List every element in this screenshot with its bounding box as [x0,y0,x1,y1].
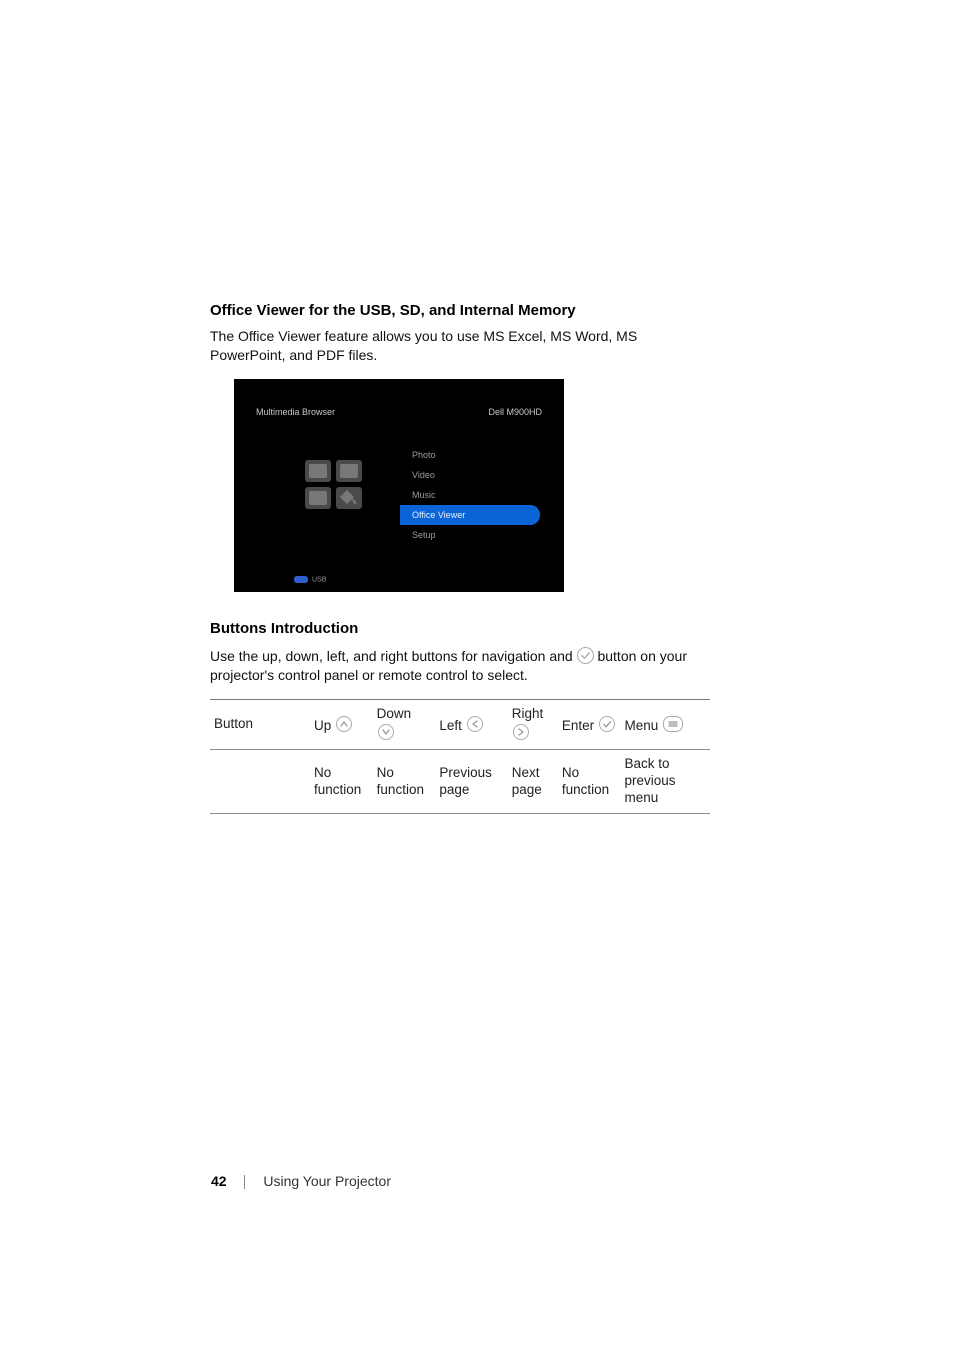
td-left: Previous page [435,750,507,814]
right-icon [513,724,529,740]
intro-buttons-a: Use the up, down, left, and right button… [210,648,577,664]
td-enter: No function [558,750,621,814]
section-title: Using Your Projector [263,1173,391,1189]
excel-icon [305,460,331,482]
heading-office-viewer: Office Viewer for the USB, SD, and Inter… [210,302,710,319]
th-right-label: Right [512,706,544,721]
td-right: Next page [508,750,558,814]
th-button: Button [210,699,310,750]
ppt-icon [305,487,331,509]
th-enter-label: Enter [562,718,594,733]
page-footer: 42 Using Your Projector [211,1173,391,1189]
down-icon [378,724,394,740]
th-left: Left [435,699,507,750]
th-menu: Menu [621,699,710,750]
up-icon [336,716,352,732]
th-up-label: Up [314,718,331,733]
screen-model: Dell M900HD [488,407,542,417]
th-menu-label: Menu [625,718,659,733]
menu-item-video: Video [400,465,540,485]
screen-source: USB [294,576,326,583]
document-page: Office Viewer for the USB, SD, and Inter… [0,0,954,1351]
check-icon [577,647,594,664]
th-up: Up [310,699,373,750]
table-row: No function No function Previous page Ne… [210,750,710,814]
menu-item-photo: Photo [400,445,540,465]
th-enter: Enter [558,699,621,750]
table-header-row: Button Up Down Left [210,699,710,750]
projector-screenshot: Multimedia Browser Dell M900HD Photo Vid… [234,379,564,592]
td-menu: Back to previous menu [621,750,710,814]
menu-item-music: Music [400,485,540,505]
screen-menu: Photo Video Music Office Viewer Setup [400,445,540,545]
usb-chip-icon [294,576,308,583]
intro-office-viewer: The Office Viewer feature allows you to … [210,327,710,365]
td-button [210,750,310,814]
menu-item-setup: Setup [400,525,540,545]
th-down: Down [373,699,436,750]
left-icon [467,716,483,732]
word-icon [336,460,362,482]
page-number: 42 [211,1173,227,1189]
menu-icon [663,716,683,732]
buttons-table: Button Up Down Left [210,699,710,814]
td-up: No function [310,750,373,814]
th-left-label: Left [439,718,462,733]
pdf-icon [336,487,362,509]
footer-separator [244,1175,245,1189]
th-down-label: Down [377,706,412,721]
th-right: Right [508,699,558,750]
intro-buttons: Use the up, down, left, and right button… [210,645,710,685]
menu-item-office-label: Office Viewer [412,510,465,520]
td-down: No function [373,750,436,814]
screen-icons [304,459,364,513]
screen-title: Multimedia Browser [256,407,335,417]
heading-buttons: Buttons Introduction [210,620,710,637]
content-area: Office Viewer for the USB, SD, and Inter… [210,302,710,814]
enter-icon [599,716,615,732]
menu-item-office: Office Viewer [400,505,540,525]
screen-source-label: USB [312,577,326,584]
